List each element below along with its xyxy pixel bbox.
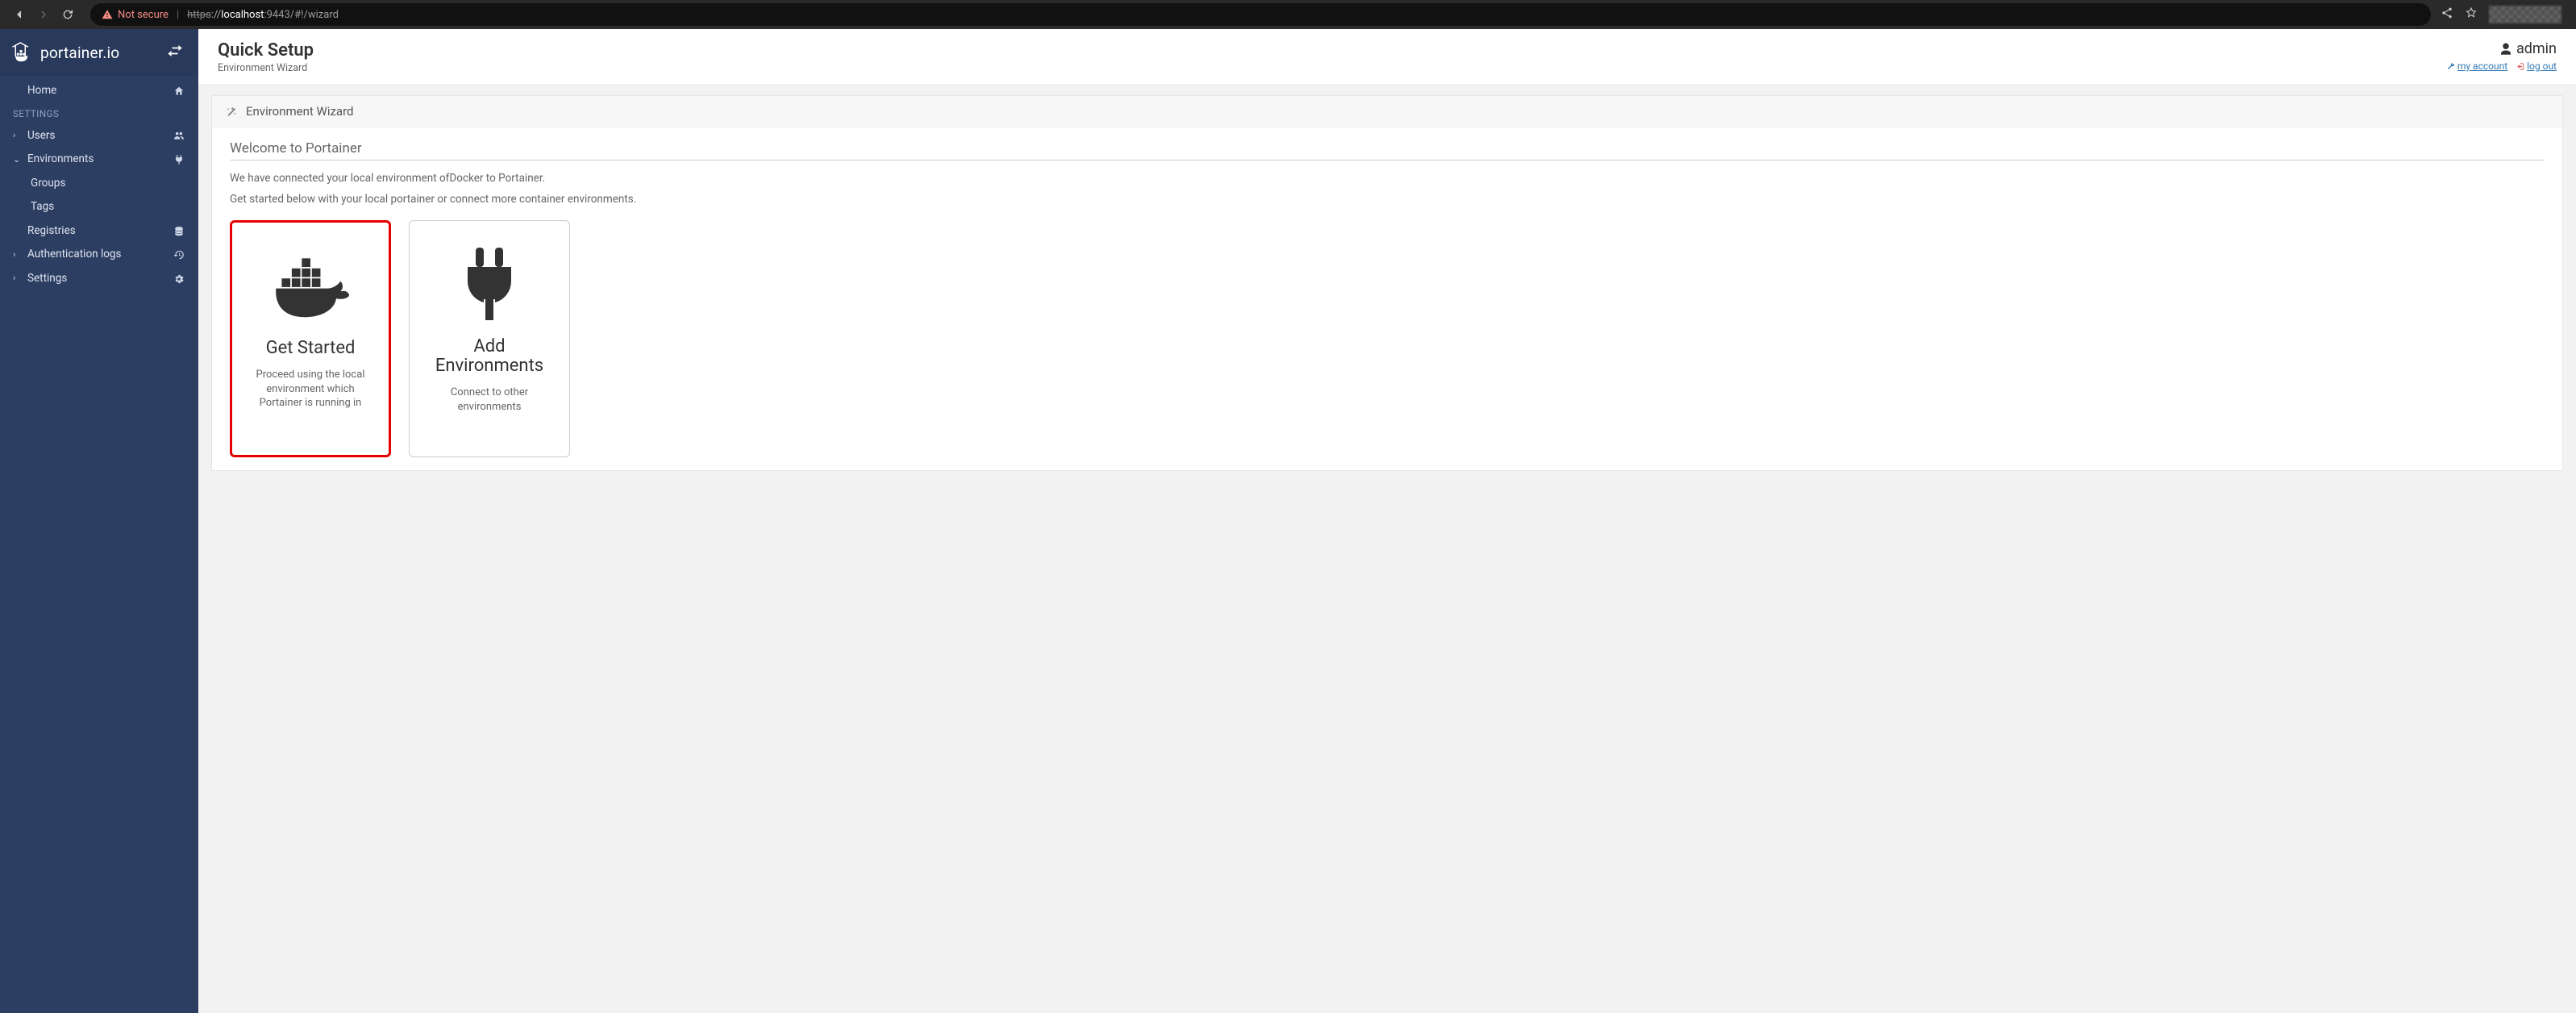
logout-link[interactable]: log out (2527, 60, 2557, 72)
wizard-desc-2: Get started below with your local portai… (230, 193, 2545, 206)
logout-icon (2516, 62, 2524, 71)
user-icon (2499, 42, 2513, 56)
panel-header: Environment Wizard (212, 96, 2562, 127)
wand-icon (225, 105, 238, 118)
sidebar-item-label: Home (27, 84, 56, 98)
not-secure-label: Not secure (118, 9, 169, 21)
cogs-icon (173, 273, 185, 285)
portainer-logo-icon (11, 40, 35, 65)
wrench-icon (2446, 62, 2455, 71)
sidebar-item-label: Users (27, 129, 55, 144)
card-title: Get Started (266, 339, 356, 358)
sidebar-header: portainer.io (0, 29, 198, 76)
plug-large-icon (453, 240, 526, 329)
sidebar-item-tags[interactable]: Tags (0, 195, 198, 219)
sidebar-environments-sub: Groups Tags (0, 172, 198, 219)
page-header: Quick Setup Environment Wizard admin my … (198, 29, 2576, 84)
sidebar-item-users[interactable]: › Users (0, 124, 198, 148)
browser-nav (6, 8, 81, 21)
browser-extension-area (2489, 6, 2561, 23)
card-title: Add Environments (422, 337, 556, 376)
chevron-right-icon: › (13, 273, 21, 284)
sidebar-item-label: Registries (27, 224, 76, 239)
sidebar-item-label: Environments (27, 152, 94, 167)
browser-reload-button[interactable] (60, 8, 76, 21)
chevron-down-icon: ⌄ (13, 154, 21, 165)
sidebar-item-environments[interactable]: ⌄ Environments (0, 148, 198, 172)
share-icon[interactable] (2441, 6, 2453, 23)
account-links: my account log out (2446, 60, 2557, 72)
content-wrap: Environment Wizard Welcome to Portainer … (198, 84, 2576, 1013)
my-account-link[interactable]: my account (2457, 60, 2507, 72)
url-separator: | (177, 9, 179, 21)
sidebar-item-registries[interactable]: Registries (0, 219, 198, 244)
url-text: https://localhost:9443/#!/wizard (187, 9, 339, 21)
browser-back-button[interactable] (11, 8, 27, 21)
sidebar-item-label: Authentication logs (27, 248, 121, 262)
sidebar-item-label: Settings (27, 272, 67, 286)
sidebar: portainer.io Home SETTINGS › Users ⌄ Envir… (0, 29, 198, 1013)
home-icon (173, 85, 185, 97)
card-sub: Connect to other environments (422, 386, 556, 414)
page-title-block: Quick Setup Environment Wizard (218, 40, 314, 74)
logo-text: portainer.io (40, 44, 119, 62)
main-content: Quick Setup Environment Wizard admin my … (198, 29, 2576, 1013)
sidebar-item-settings[interactable]: › Settings (0, 267, 198, 291)
database-icon (173, 226, 185, 237)
logo[interactable]: portainer.io (11, 40, 119, 65)
browser-bar: Not secure | https://localhost:9443/#!/w… (0, 0, 2576, 29)
page-title: Quick Setup (218, 40, 314, 60)
browser-right-controls (2441, 6, 2570, 23)
card-add-environments[interactable]: Add Environments Connect to other enviro… (409, 220, 570, 457)
bookmark-star-icon[interactable] (2465, 6, 2478, 23)
welcome-heading: Welcome to Portainer (230, 140, 2545, 160)
page-subtitle: Environment Wizard (218, 62, 314, 74)
users-icon (173, 130, 185, 141)
app-root: portainer.io Home SETTINGS › Users ⌄ Envir… (0, 29, 2576, 1013)
wizard-cards: Get Started Proceed using the local envi… (230, 220, 2545, 457)
url-bar[interactable]: Not secure | https://localhost:9443/#!/w… (90, 3, 2431, 26)
current-user: admin (2446, 40, 2557, 57)
sidebar-nav: Home SETTINGS › Users ⌄ Environments Group… (0, 76, 198, 294)
panel-title: Environment Wizard (246, 104, 353, 119)
docker-icon (266, 242, 355, 331)
my-account-link-wrap: my account (2446, 60, 2507, 72)
plug-icon (173, 154, 185, 165)
sidebar-item-home[interactable]: Home (0, 79, 198, 103)
sidebar-item-label: Groups (31, 177, 65, 191)
header-right: admin my account log out (2446, 40, 2557, 72)
sidebar-swap-icon[interactable] (166, 44, 187, 60)
sidebar-item-groups[interactable]: Groups (0, 172, 198, 196)
not-secure-badge: Not secure (102, 9, 169, 21)
sidebar-section-settings: SETTINGS (0, 103, 198, 124)
chevron-right-icon: › (13, 249, 21, 261)
history-icon (173, 249, 185, 261)
wizard-desc-1: We have connected your local environment… (230, 172, 2545, 185)
chevron-right-icon: › (13, 130, 21, 141)
sidebar-item-auth-logs[interactable]: › Authentication logs (0, 243, 198, 267)
username-label: admin (2516, 40, 2557, 57)
browser-forward-button[interactable] (35, 8, 52, 21)
sidebar-item-label: Tags (31, 200, 54, 215)
logout-link-wrap: log out (2516, 60, 2557, 72)
card-sub: Proceed using the local environment whic… (245, 368, 376, 411)
wizard-panel: Environment Wizard Welcome to Portainer … (211, 95, 2563, 471)
card-get-started[interactable]: Get Started Proceed using the local envi… (230, 220, 391, 457)
panel-body: Welcome to Portainer We have connected y… (212, 127, 2562, 470)
